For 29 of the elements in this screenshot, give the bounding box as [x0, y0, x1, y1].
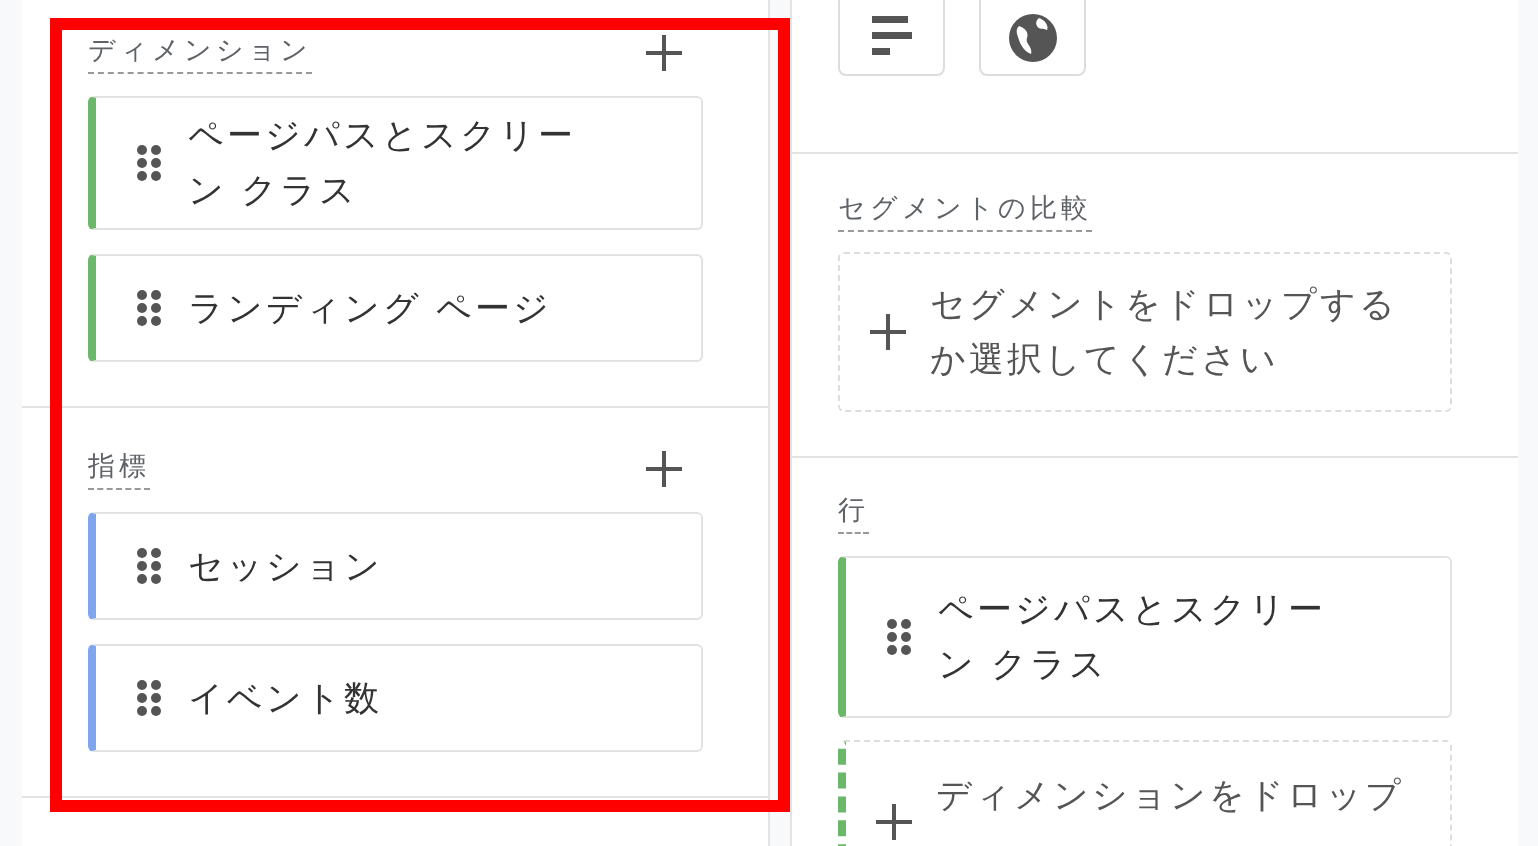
dimension-chip[interactable]: イベント数 — [88, 644, 703, 752]
dimension-chip[interactable]: ページパスとスクリーン クラス — [88, 96, 703, 230]
section-title: 指標 — [88, 448, 150, 490]
section-title: 行 — [838, 492, 869, 534]
add-icon — [868, 312, 908, 352]
chip-label: ページパスとスクリーン クラス — [938, 588, 1327, 686]
drop-hint: ディメンションをドロップ — [936, 774, 1404, 817]
section-title: ディメンション — [88, 32, 312, 74]
add-icon[interactable] — [644, 33, 684, 73]
dimension-chip[interactable]: ランディング ページ — [88, 254, 703, 362]
drag-handle-icon[interactable] — [136, 289, 162, 327]
drag-handle-icon[interactable] — [886, 618, 912, 656]
chip-label: ランディング ページ — [188, 286, 553, 330]
drag-handle-icon[interactable] — [136, 679, 162, 717]
dimension-chip[interactable]: セッション — [88, 512, 703, 620]
bar-chart-button[interactable] — [838, 0, 945, 76]
add-icon — [874, 802, 914, 842]
drag-handle-icon[interactable] — [136, 547, 162, 585]
dimension-drop-zone[interactable]: ディメンションをドロップ — [838, 740, 1452, 846]
chip-label: セッション — [188, 544, 383, 588]
dimension-chip[interactable]: ページパスとスクリーン クラス — [838, 556, 1452, 718]
drop-hint: セグメントをドロップするか選択してください — [930, 283, 1399, 381]
map-button[interactable] — [979, 0, 1086, 76]
chip-label: イベント数 — [188, 676, 382, 720]
section-title: セグメントの比較 — [838, 190, 1092, 232]
drag-handle-icon[interactable] — [136, 144, 162, 182]
chip-label: ページパスとスクリーン クラス — [188, 114, 577, 212]
add-icon[interactable] — [644, 449, 684, 489]
segment-drop-zone[interactable]: セグメントをドロップするか選択してください — [838, 252, 1452, 412]
